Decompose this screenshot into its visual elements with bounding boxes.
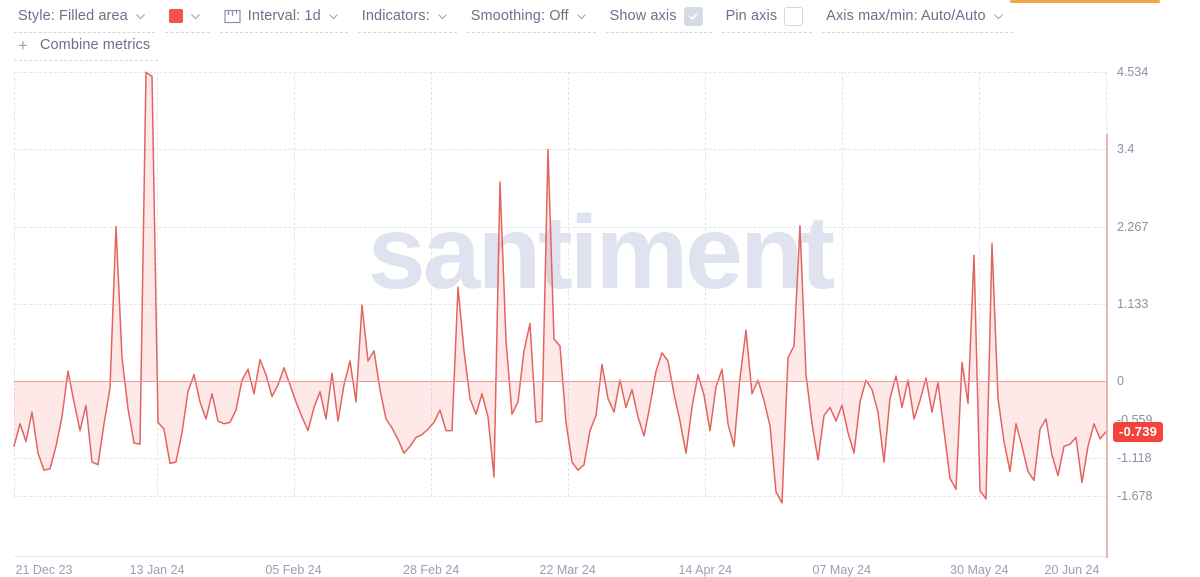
smoothing-label: Smoothing: Off [470,8,569,24]
smoothing-dropdown[interactable]: Smoothing: Off [466,4,596,33]
chevron-down-icon [437,11,448,22]
y-axis-tick-label: 0 [1117,374,1124,389]
color-dropdown[interactable] [164,4,210,33]
show-axis-label: Show axis [609,8,677,24]
x-axis-line [14,556,1106,557]
chevron-down-icon [135,11,146,22]
axis-minmax-label: Axis max/min: Auto/Auto [826,8,986,24]
axis-minmax-dropdown[interactable]: Axis max/min: Auto/Auto [822,4,1013,33]
y-axis-tick-label: 2.267 [1117,219,1149,234]
y-axis-tick-label: 1.133 [1117,297,1149,312]
y-axis-line [1106,134,1108,558]
bar-chart-icon [224,9,241,24]
plus-icon: + [18,35,28,55]
y-axis-tick-label: -1.678 [1117,489,1153,503]
combine-metrics-button[interactable]: + Combine metrics [14,34,159,61]
zero-reference-line [14,381,1106,383]
plot-area[interactable] [13,71,1107,504]
x-axis-tick-label: 14 Apr 24 [678,563,732,577]
x-axis-tick-label: 05 Feb 24 [265,563,322,577]
chart-toolbar: Style: Filled area Interval: 1d Indicato… [0,0,1200,62]
x-axis-tick-label: 13 Jan 24 [129,563,185,577]
pin-axis-toggle[interactable]: Pin axis [721,4,813,33]
color-swatch-icon [168,9,183,23]
interval-dropdown[interactable]: Interval: 1d [219,4,348,33]
chevron-down-icon [190,11,201,22]
grid-line-h [14,496,1106,497]
y-axis-tick-label: 3.4 [1117,142,1135,157]
chevron-down-icon [993,11,1004,22]
current-value-badge: -0.739 [1113,421,1164,442]
pin-axis-label: Pin axis [725,8,778,24]
y-axis-tick-label: -1.118 [1117,450,1152,465]
indicators-dropdown[interactable]: Indicators: [357,4,457,33]
show-axis-toggle[interactable]: Show axis [605,4,712,33]
chevron-down-icon [576,11,587,22]
x-axis-tick-label: 22 Mar 24 [539,563,596,577]
chart-area[interactable]: santiment 4.534 3.4 2.267 1.133 0 -0.559 -1.11… [0,62,1200,577]
pin-axis-checkbox[interactable] [784,6,804,26]
style-dropdown[interactable]: Style: Filled area [14,4,155,33]
x-axis-tick-label: 07 May 24 [812,563,871,577]
show-axis-checkbox[interactable] [683,6,703,26]
x-axis-tick-label: 20 Jun 24 [1044,563,1100,577]
x-axis-tick-label: 30 May 24 [950,563,1009,577]
x-axis-tick-label: 28 Feb 24 [402,563,460,577]
interval-label: Interval: 1d [247,8,321,24]
y-axis-tick-label: 4.534 [1117,65,1149,79]
x-axis-tick-label: 21 Dec 23 [15,563,73,577]
series-line [13,71,1107,504]
style-dropdown-label: Style: Filled area [18,8,128,24]
chart-page: Style: Filled area Interval: 1d Indicato… [0,0,1200,577]
combine-metrics-label: Combine metrics [39,37,151,53]
chevron-down-icon [328,11,339,22]
indicators-label: Indicators: [361,8,430,24]
